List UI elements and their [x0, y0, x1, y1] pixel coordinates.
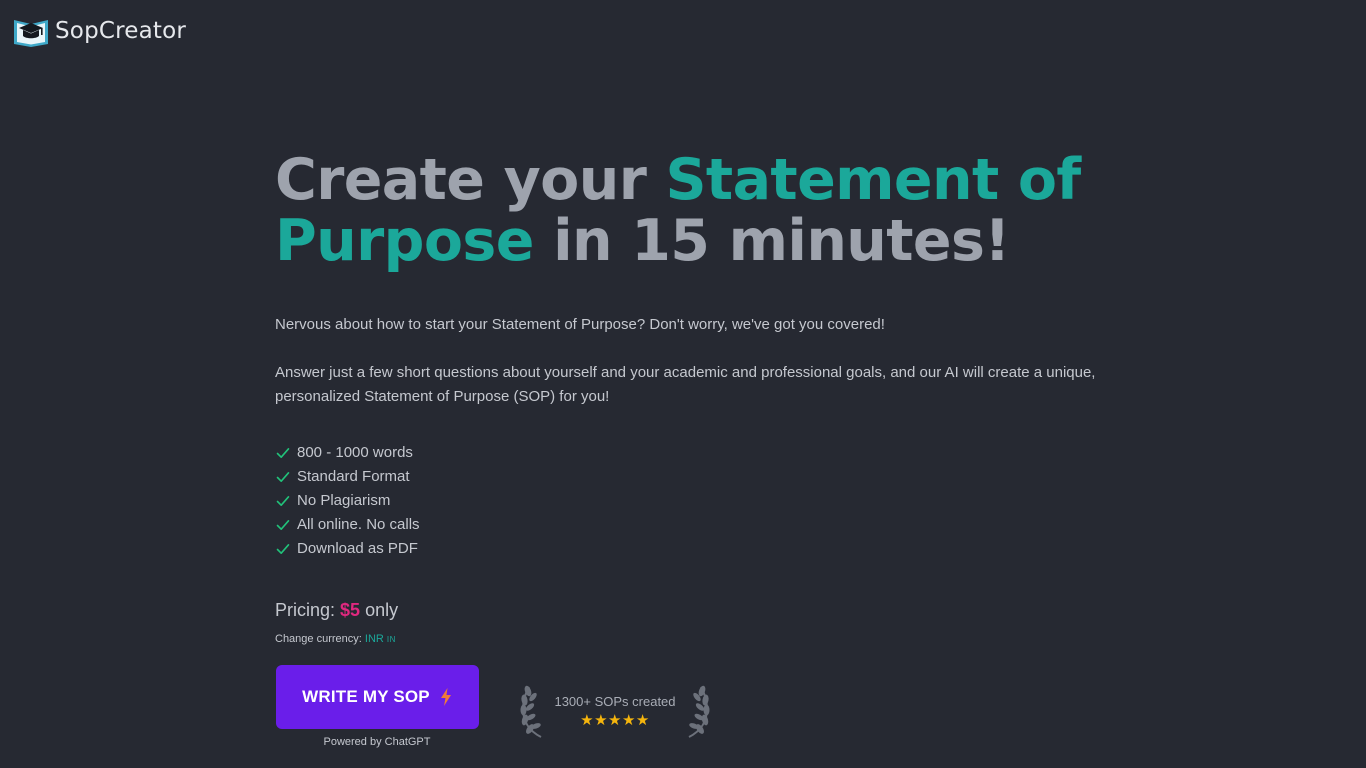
pricing-suffix: only [365, 600, 399, 620]
check-icon [276, 496, 290, 506]
hero-accent-1: Statement of [665, 147, 1081, 213]
check-icon [276, 544, 290, 554]
feature-item: All online. No calls [275, 513, 1105, 537]
feature-item: Download as PDF [275, 537, 1105, 561]
laurel-wreath-icon [520, 685, 542, 738]
brand-name: SopCreator [55, 18, 187, 44]
cta-row: WRITE MY SOP Powered by ChatGPT 1300+ SO… [275, 665, 1105, 749]
intro-paragraph-1: Nervous about how to start your Statemen… [275, 316, 885, 333]
india-flag-icon: IN [386, 635, 396, 644]
feature-label: Standard Format [297, 468, 410, 485]
write-my-sop-button[interactable]: WRITE MY SOP [275, 665, 479, 729]
hero-accent-2: Purpose [275, 208, 534, 274]
feature-item: No Plagiarism [275, 489, 1105, 513]
brand-logo[interactable]: SopCreator [11, 14, 186, 48]
graduation-cap-book-icon [14, 20, 48, 47]
pricing-label: Pricing: [275, 600, 336, 620]
intro-paragraph-2: Answer just a few short questions about … [275, 364, 1096, 405]
hero-text-end: in 15 minutes! [533, 208, 1010, 274]
pricing-line: Pricing: $5 only [275, 597, 1105, 623]
feature-label: All online. No calls [297, 516, 420, 533]
feature-label: 800 - 1000 words [297, 444, 413, 461]
five-star-rating-icon: ★★★★★ [580, 711, 650, 729]
feature-list: 800 - 1000 words Standard Format No Plag… [275, 441, 1105, 561]
currency-code: INR [364, 633, 384, 645]
award-content: 1300+ SOPs created ★★★★★ [554, 694, 675, 729]
award-badge: 1300+ SOPs created ★★★★★ [519, 683, 711, 739]
check-icon [276, 448, 290, 458]
check-icon [276, 472, 290, 482]
feature-label: Download as PDF [297, 540, 418, 557]
cta-column: WRITE MY SOP Powered by ChatGPT [275, 665, 479, 749]
currency-switcher: Change currency: INR IN [275, 631, 1105, 648]
price-value: $5 [340, 600, 361, 620]
feature-label: No Plagiarism [297, 492, 391, 509]
currency-label: Change currency: [275, 633, 362, 645]
powered-by-text: Powered by ChatGPT [323, 736, 431, 748]
check-icon [276, 520, 290, 530]
cta-label: WRITE MY SOP [302, 687, 430, 706]
currency-link-inr[interactable]: INR IN [365, 633, 396, 645]
lightning-bolt-icon [440, 688, 451, 706]
laurel-wreath-icon [688, 685, 710, 738]
main-content: Create your Statement of Purpose in 15 mi… [275, 150, 1105, 749]
sops-created-count: 1300+ SOPs created [554, 693, 676, 709]
intro-text: Nervous about how to start your Statemen… [275, 313, 1105, 409]
hero-text-start: Create your [275, 147, 666, 213]
feature-item: Standard Format [275, 465, 1105, 489]
hero-heading: Create your Statement of Purpose in 15 mi… [275, 150, 1105, 272]
feature-item: 800 - 1000 words [275, 441, 1105, 465]
